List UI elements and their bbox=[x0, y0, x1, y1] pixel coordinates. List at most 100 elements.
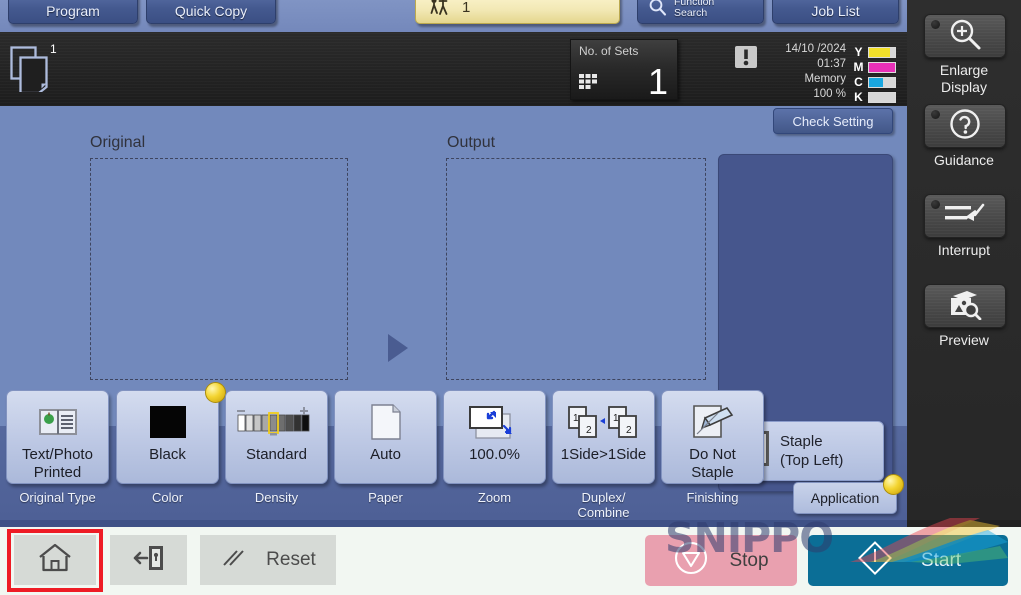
original-label: Original bbox=[90, 134, 146, 151]
function-caption-line1: Density bbox=[254, 490, 299, 505]
no-of-sets-panel[interactable]: No. of Sets 1 bbox=[570, 39, 678, 102]
function-caption-line1: Color bbox=[151, 490, 184, 505]
status-date: 14/10 /2024 bbox=[785, 43, 846, 55]
output-preview-area bbox=[446, 158, 706, 380]
function-button-value-line2: Staple bbox=[691, 464, 734, 481]
zoom-scale-icon bbox=[466, 400, 524, 444]
function-button-value-line1: Black bbox=[149, 446, 186, 463]
toner-row-c: C bbox=[853, 75, 896, 89]
hardkey-interrupt[interactable] bbox=[924, 194, 1006, 238]
hard-key-column: Enlarge Display Guidance Interrupt Previe… bbox=[907, 0, 1021, 520]
application-button[interactable]: Application bbox=[793, 474, 904, 514]
hardkey-caption-line2: Display bbox=[941, 79, 987, 95]
function-caption-line1: Original Type bbox=[19, 490, 96, 505]
svg-text:2: 2 bbox=[626, 425, 632, 436]
function-button-value-line1: Auto bbox=[370, 446, 401, 463]
hardkey-enlarge[interactable] bbox=[924, 14, 1006, 58]
toner-level-fill bbox=[869, 77, 884, 87]
logout-icon bbox=[133, 544, 165, 577]
memory-value: 100 % bbox=[813, 88, 846, 100]
toner-level-bar bbox=[868, 61, 896, 73]
status-time: 01:37 bbox=[817, 58, 846, 70]
tab-job-list-label: Job List bbox=[811, 3, 860, 19]
keypad-icon bbox=[579, 74, 601, 92]
function-button-density[interactable]: Standard bbox=[225, 390, 328, 484]
function-button-value-line1: 100.0% bbox=[469, 446, 520, 463]
hardkey-caption-line1: Preview bbox=[939, 332, 989, 348]
enlarge-display-icon bbox=[947, 16, 983, 57]
function-caption-line1: Finishing bbox=[686, 490, 739, 505]
toner-level-bar bbox=[868, 46, 896, 58]
status-bar: 1 No. of Sets 1 14/10 /2024 01:37 Memory… bbox=[0, 32, 907, 106]
tab-account-info[interactable]: 1 bbox=[415, 0, 620, 24]
function-button-value: 1Side>1Side bbox=[561, 446, 647, 464]
tab-job-list[interactable]: Job List bbox=[772, 0, 899, 24]
function-caption: Zoom bbox=[443, 490, 546, 505]
hardkey-caption: Preview bbox=[907, 332, 1021, 349]
toner-level-bar bbox=[868, 91, 896, 103]
tab-program[interactable]: Program bbox=[8, 0, 138, 24]
function-button-paper[interactable]: Auto bbox=[334, 390, 437, 484]
function-button-original-type[interactable]: Text/Photo Printed bbox=[6, 390, 109, 484]
check-setting-label: Check Setting bbox=[792, 113, 874, 129]
interrupt-icon bbox=[943, 201, 987, 232]
check-setting-button[interactable]: Check Setting bbox=[773, 108, 893, 134]
staple-icon bbox=[691, 400, 735, 444]
function-search-label-line2: Search bbox=[674, 7, 708, 19]
memory-label: Memory bbox=[804, 73, 846, 85]
function-button-value-line1: Text/Photo bbox=[22, 446, 93, 463]
function-caption: Density bbox=[225, 490, 328, 505]
paper-sheet-icon bbox=[370, 400, 401, 444]
tab-quick-copy[interactable]: Quick Copy bbox=[146, 0, 276, 24]
stop-button[interactable]: Stop bbox=[645, 535, 797, 586]
no-of-sets-label: No. of Sets bbox=[579, 44, 639, 58]
hardkey-led-indicator bbox=[931, 200, 940, 209]
original-preview-area bbox=[90, 158, 348, 380]
function-button-value-line1: 1Side>1Side bbox=[560, 446, 647, 463]
toner-key-label: Y bbox=[854, 45, 863, 59]
reset-button[interactable]: Reset bbox=[200, 535, 336, 585]
top-tab-bar: Program Quick Copy 1 Function Search Job… bbox=[0, 0, 907, 32]
function-button-zoom[interactable]: 100.0% bbox=[443, 390, 546, 484]
function-caption: Original Type bbox=[6, 490, 109, 505]
logout-button[interactable] bbox=[110, 535, 187, 585]
function-caption: Paper bbox=[334, 490, 437, 505]
svg-text:2: 2 bbox=[586, 425, 592, 436]
stop-label: Stop bbox=[729, 549, 769, 571]
hardkey-led-indicator bbox=[931, 20, 940, 29]
hardkey-caption: Interrupt bbox=[907, 242, 1021, 259]
density-scale-icon bbox=[234, 400, 320, 444]
function-button-duplex[interactable]: 1 2 1 2 1Side>1Side bbox=[552, 390, 655, 484]
application-badge-icon bbox=[883, 474, 904, 495]
copier-touch-panel: Program Quick Copy 1 Function Search Job… bbox=[0, 0, 1021, 595]
start-button[interactable]: Start bbox=[808, 535, 1008, 586]
function-button-value: 100.0% bbox=[469, 446, 520, 464]
tab-function-search[interactable]: Function Search bbox=[637, 0, 764, 24]
toner-row-m: M bbox=[853, 60, 896, 74]
start-label: Start bbox=[920, 549, 962, 571]
function-button-finishing[interactable]: Do Not Staple bbox=[661, 390, 764, 484]
function-caption: Color bbox=[116, 490, 219, 505]
account-count: 1 bbox=[462, 0, 471, 16]
reset-icon bbox=[220, 547, 248, 574]
toner-key-label: C bbox=[854, 75, 863, 89]
hardkey-led-indicator bbox=[931, 110, 940, 119]
function-caption-line1: Paper bbox=[368, 490, 403, 505]
warning-icon[interactable] bbox=[735, 46, 757, 68]
function-button-color[interactable]: Black bbox=[116, 382, 226, 484]
search-icon bbox=[648, 0, 667, 19]
function-button-value-line2: Printed bbox=[33, 464, 82, 481]
hardkey-guidance[interactable] bbox=[924, 104, 1006, 148]
svg-text:1: 1 bbox=[613, 413, 619, 424]
home-button[interactable] bbox=[14, 535, 96, 585]
hardkey-preview[interactable] bbox=[924, 284, 1006, 328]
function-button-value-line1: Do Not bbox=[689, 446, 736, 463]
reset-label: Reset bbox=[266, 549, 316, 570]
hardkey-caption-line1: Interrupt bbox=[937, 242, 991, 258]
user-icon bbox=[430, 0, 452, 19]
toner-level-bar bbox=[868, 76, 896, 88]
hardkey-bottom-edge bbox=[907, 520, 1021, 527]
original-type-icon bbox=[38, 400, 78, 444]
color-swatch-icon bbox=[148, 400, 188, 444]
toner-row-y: Y bbox=[853, 45, 896, 59]
